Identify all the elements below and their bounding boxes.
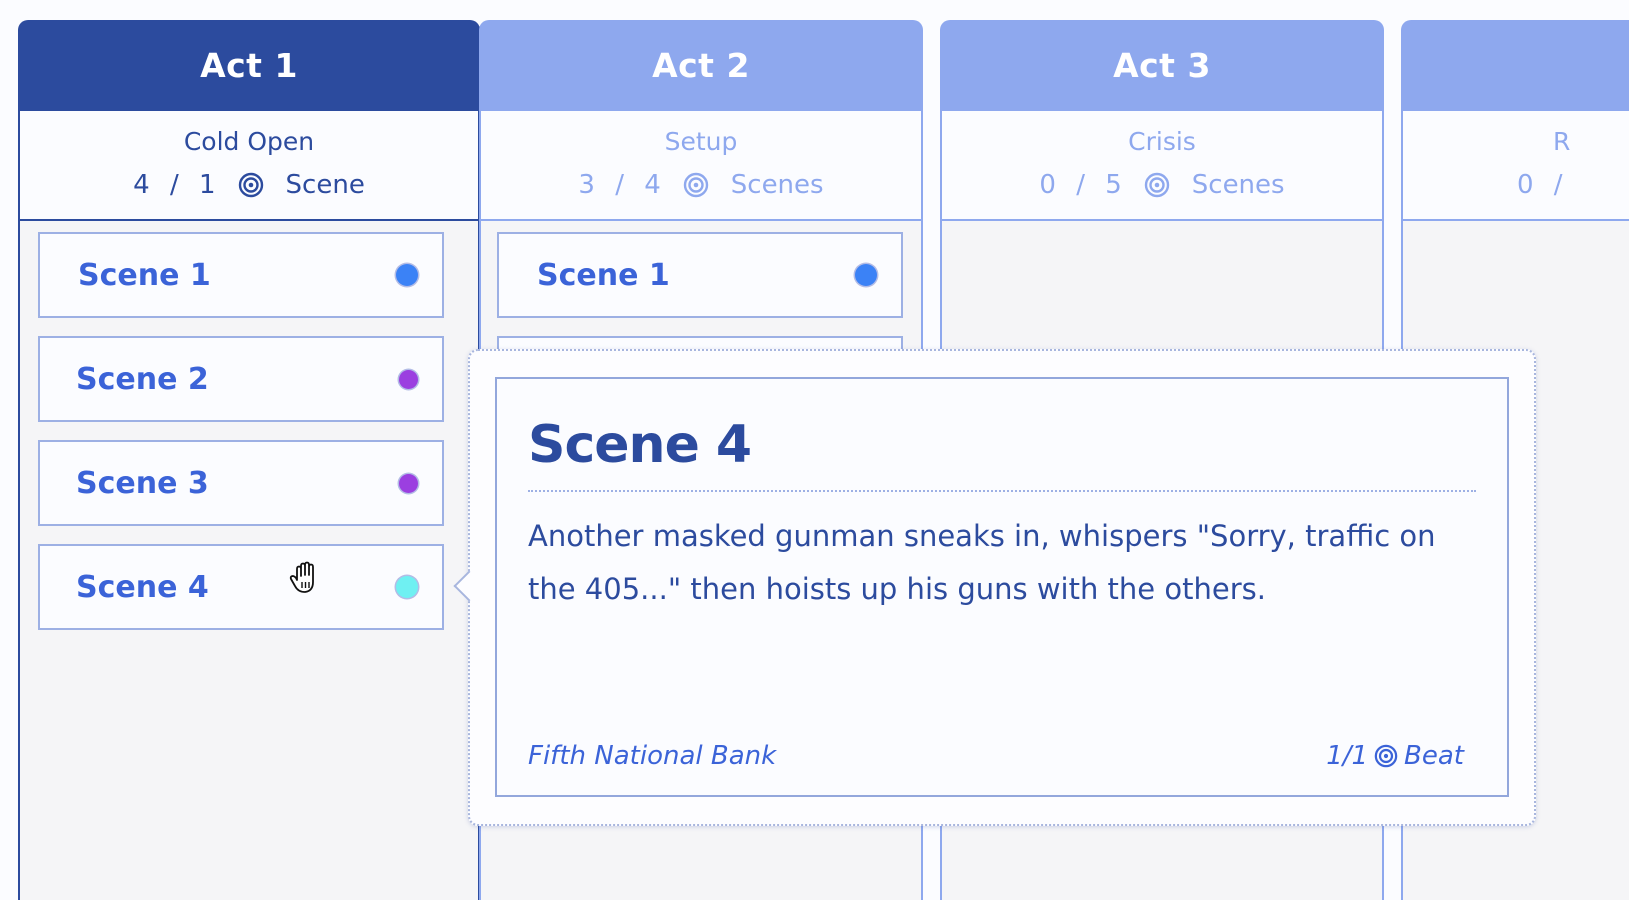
scene-color-dot	[399, 369, 418, 389]
scene-card[interactable]: Scene 1	[38, 232, 444, 318]
scene-color-dot	[855, 264, 877, 286]
count-unit: Scenes	[1191, 169, 1285, 200]
beat-count: 1/1 Beat	[1326, 741, 1464, 771]
count-unit: Scene	[285, 169, 365, 200]
scene-card[interactable]: Scene 3	[38, 440, 444, 526]
scene-card[interactable]: Scene 2	[38, 336, 444, 422]
act-info: R 0 /	[1401, 111, 1629, 221]
target-icon	[683, 172, 709, 198]
scene-detail-card[interactable]: Scene 4 Another masked gunman sneaks in,…	[495, 377, 1509, 797]
act-header[interactable]: Act 2	[479, 20, 923, 111]
act-subtitle: Setup	[664, 126, 738, 156]
act-scene-count: 0 / 5 Scenes	[1039, 170, 1284, 200]
scene-title: Scene 3	[76, 465, 209, 501]
act-scene-count: 0 /	[1517, 170, 1569, 200]
scene-title: Scene 4	[76, 569, 209, 605]
scene-location: Fifth National Bank	[528, 741, 777, 771]
scene-detail-footer: Fifth National Bank 1/1 Beat	[528, 741, 1464, 771]
count-unit: Scenes	[730, 169, 824, 200]
count-value: 4 / 1	[133, 169, 222, 200]
scene-description: Another masked gunman sneaks in, whisper…	[528, 519, 1436, 606]
divider	[528, 490, 1476, 492]
act-header[interactable]	[1401, 20, 1629, 111]
act-board: Act 1 Cold Open 4 / 1 Scene Scene 1 Scen…	[0, 0, 1629, 900]
hand-cursor-icon	[288, 560, 322, 596]
count-value: 0 / 5	[1039, 169, 1128, 200]
target-icon	[1144, 172, 1170, 198]
target-icon	[1374, 744, 1398, 768]
act-header[interactable]: Act 3	[940, 20, 1384, 111]
act-subtitle: R	[1553, 126, 1571, 156]
act-info: Crisis 0 / 5 Scenes	[940, 111, 1384, 221]
scene-color-dot	[399, 473, 418, 493]
scene-detail-title: Scene 4	[528, 415, 752, 475]
beat-count-value: 1/1	[1326, 741, 1369, 771]
act-subtitle: Crisis	[1128, 126, 1196, 156]
scene-color-dot	[396, 576, 418, 598]
scene-title: Scene 1	[78, 257, 211, 293]
beat-label: Beat	[1404, 741, 1464, 771]
act-info: Setup 3 / 4 Scenes	[479, 111, 923, 221]
act-scene-list: Scene 1 Scene 2 Scene 3 Scene 4	[18, 221, 480, 900]
act-scene-count: 3 / 4 Scenes	[578, 170, 823, 200]
count-value: 3 / 4	[578, 169, 667, 200]
act-scene-count: 4 / 1 Scene	[133, 170, 365, 200]
scene-card[interactable]: Scene 1	[497, 232, 903, 318]
act-info: Cold Open 4 / 1 Scene	[18, 111, 480, 221]
scene-title: Scene 1	[537, 257, 670, 293]
scene-card[interactable]: Scene 4	[38, 544, 444, 630]
act-subtitle: Cold Open	[183, 126, 315, 156]
act-header[interactable]: Act 1	[18, 20, 480, 111]
scene-detail-popover: Scene 4 Another masked gunman sneaks in,…	[453, 349, 1536, 826]
act-column-1: Act 1 Cold Open 4 / 1 Scene Scene 1 Scen…	[18, 20, 480, 900]
scene-title: Scene 2	[76, 361, 209, 397]
count-value: 0 /	[1517, 169, 1569, 200]
target-icon	[238, 172, 264, 198]
scene-color-dot	[396, 264, 418, 286]
